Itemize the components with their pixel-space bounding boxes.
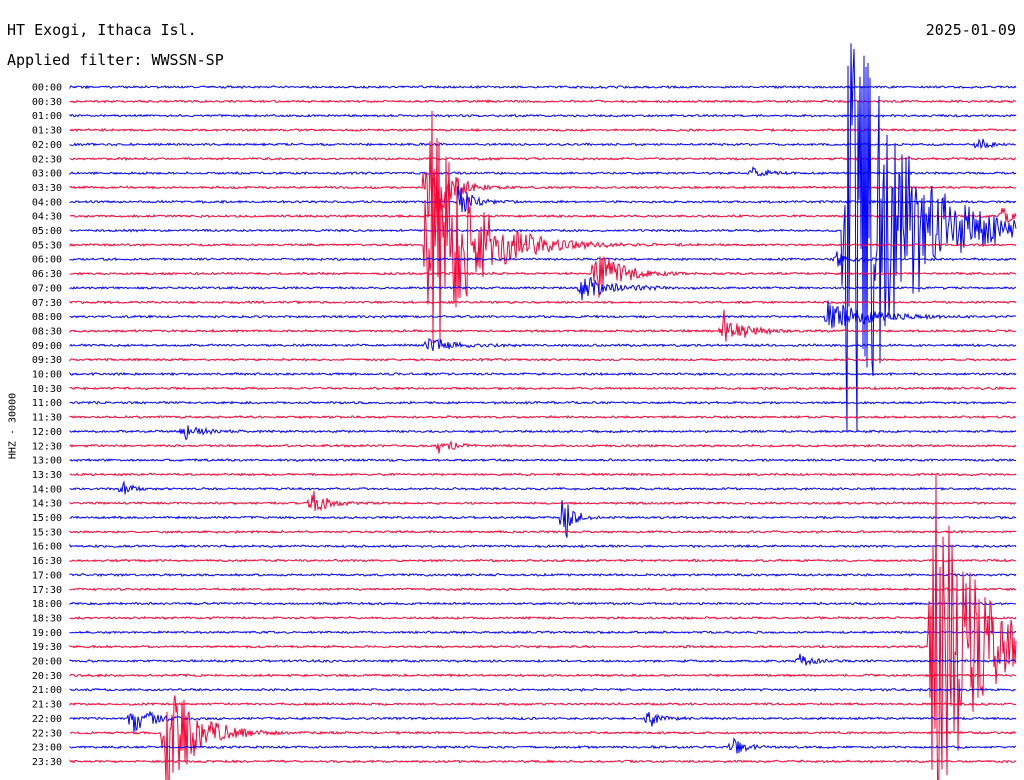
trace-row-0600 (69, 251, 1017, 267)
time-tick-label: 01:30 (32, 126, 62, 137)
trace-row-1200 (69, 425, 1017, 441)
time-tick-label: 03:00 (32, 169, 62, 180)
time-tick-label: 05:00 (32, 226, 62, 237)
time-tick-label: 12:30 (32, 441, 62, 452)
time-tick-label: 17:30 (32, 585, 62, 596)
trace-row-1400 (69, 480, 1017, 495)
trace-row-2100 (69, 687, 1017, 692)
record-date: 2025-01-09 (925, 21, 1016, 39)
time-tick-label: 04:00 (32, 197, 62, 208)
trace-row-1330 (69, 472, 1017, 477)
trace-row-0530 (69, 110, 1017, 347)
time-tick-label: 02:00 (32, 140, 62, 151)
time-tick-label: 20:30 (32, 671, 62, 682)
time-tick-label: 12:00 (32, 427, 62, 438)
time-tick-label: 21:00 (32, 685, 62, 696)
trace-row-2330 (69, 759, 1017, 764)
time-tick-label: 06:00 (32, 255, 62, 266)
trace-group (69, 43, 1017, 780)
time-tick-label: 13:30 (32, 470, 62, 481)
trace-row-0930 (69, 357, 1017, 362)
trace-row-2230 (69, 695, 1017, 780)
time-tick-label: 22:30 (32, 728, 62, 739)
time-tick-label: 08:00 (32, 312, 62, 323)
time-tick-label: 07:30 (32, 298, 62, 309)
time-tick-label: 16:30 (32, 556, 62, 567)
time-tick-label: 08:30 (32, 326, 62, 337)
trace-row-0100 (69, 113, 1017, 118)
time-tick-label: 23:00 (32, 743, 62, 754)
time-tick-label: 10:30 (32, 384, 62, 395)
trace-row-0900 (69, 337, 1017, 351)
trace-row-1600 (69, 543, 1017, 549)
trace-row-0200 (69, 138, 1017, 150)
time-tick-label: 02:30 (32, 154, 62, 165)
time-tick-label: 21:30 (32, 700, 62, 711)
trace-row-0000 (69, 84, 1017, 90)
trace-row-2030 (69, 673, 1017, 678)
time-tick-label: 04:30 (32, 212, 62, 223)
trace-row-1530 (69, 529, 1017, 535)
time-tick-label: 17:00 (32, 570, 62, 581)
time-tick-label: 09:00 (32, 341, 62, 352)
time-tick-label: 19:00 (32, 628, 62, 639)
time-tick-labels: 00:00 00:30 01:00 01:30 02:00 02:30 03:00 03:30… (32, 83, 62, 768)
time-tick-label: 06:30 (32, 269, 62, 280)
trace-row-2000 (69, 653, 1017, 666)
time-tick-label: 15:30 (32, 527, 62, 538)
trace-row-1930 (69, 474, 1017, 780)
channel-axis-label: HHZ - 30000 (7, 392, 19, 460)
filter-subtitle: Applied filter: WWSSN-SP (7, 51, 224, 69)
time-tick-label: 03:30 (32, 183, 62, 194)
time-tick-label: 23:30 (32, 757, 62, 768)
trace-row-0400 (69, 186, 1017, 213)
time-tick-label: 19:30 (32, 642, 62, 653)
time-tick-label: 16:00 (32, 542, 62, 553)
time-tick-label: 11:00 (32, 398, 62, 409)
time-tick-label: 22:00 (32, 714, 62, 725)
trace-row-1800 (69, 601, 1017, 606)
trace-row-1100 (69, 400, 1017, 405)
time-tick-label: 10:00 (32, 370, 62, 381)
trace-row-1230 (69, 439, 1017, 454)
time-tick-label: 09:30 (32, 355, 62, 366)
trace-row-1730 (69, 586, 1017, 592)
trace-row-1900 (69, 630, 1017, 635)
time-tick-label: 11:30 (32, 413, 62, 424)
trace-row-1630 (69, 558, 1017, 563)
trace-row-0130 (69, 127, 1017, 133)
time-tick-label: 14:00 (32, 484, 62, 495)
trace-row-0430 (69, 207, 1017, 224)
time-tick-label: 18:30 (32, 613, 62, 624)
time-tick-label: 20:00 (32, 657, 62, 668)
time-tick-label: 00:00 (32, 83, 62, 94)
time-tick-label: 15:00 (32, 513, 62, 524)
time-tick-label: 14:30 (32, 499, 62, 510)
trace-row-2130 (69, 701, 1017, 707)
time-tick-label: 18:00 (32, 599, 62, 610)
trace-row-1700 (69, 572, 1017, 578)
time-tick-label: 01:00 (32, 111, 62, 122)
trace-row-0030 (69, 98, 1017, 104)
trace-row-0230 (69, 156, 1017, 162)
time-tick-label: 07:00 (32, 283, 62, 294)
trace-row-0300 (69, 166, 1017, 177)
trace-row-1430 (69, 490, 1017, 512)
trace-row-1000 (69, 371, 1017, 377)
time-tick-label: 00:30 (32, 97, 62, 108)
trace-row-0330 (69, 141, 1017, 218)
helicorder-plot: 00:00 00:30 01:00 01:30 02:00 02:30 03:00 03:30… (32, 43, 1017, 780)
trace-row-1300 (69, 457, 1016, 463)
time-tick-label: 05:30 (32, 240, 62, 251)
trace-row-1130 (69, 414, 1017, 420)
trace-row-1030 (69, 385, 1017, 391)
time-tick-label: 13:00 (32, 456, 62, 467)
station-title: HT Exogi, Ithaca Isl. (7, 21, 197, 39)
trace-row-1830 (69, 615, 1017, 621)
trace-row-2300 (69, 737, 1017, 754)
